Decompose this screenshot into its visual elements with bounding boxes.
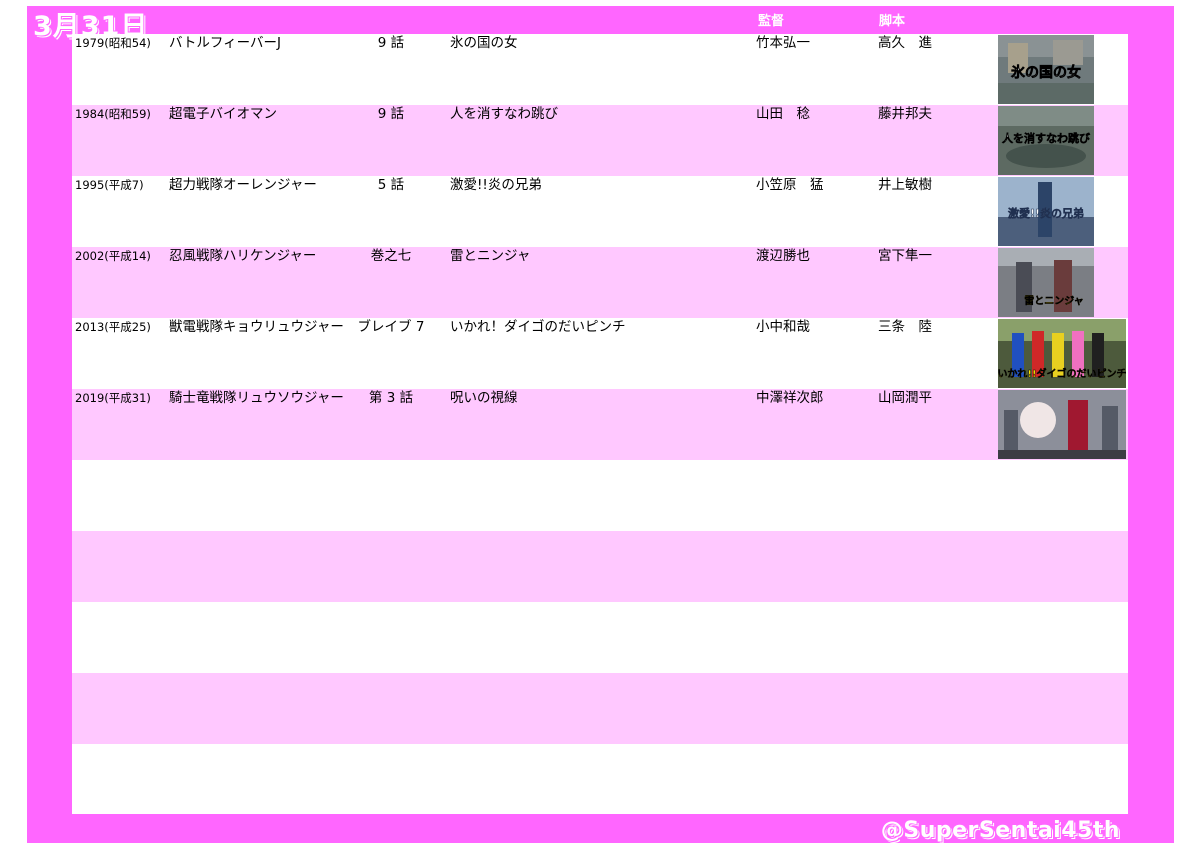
director-cell: 山田 稔 — [756, 106, 810, 122]
episode-cell: 第 3 話 — [368, 390, 414, 406]
episode-title-cell: いかれ！ダイゴのだいピンチ — [450, 319, 626, 335]
episode-cell: 5 話 — [377, 177, 405, 193]
director-cell: 竹本弘一 — [756, 35, 810, 51]
table-row: 2013(平成25) 獣電戦隊キョウリュウジャー ブレイブ 7 いかれ！ダイゴの… — [72, 318, 1128, 389]
year-cell: 1995(平成7) — [75, 178, 144, 192]
table-row — [72, 673, 1128, 744]
table-row — [72, 531, 1128, 602]
writer-cell: 井上敏樹 — [878, 177, 932, 193]
episode-title-cell: 激愛!!炎の兄弟 — [450, 177, 542, 193]
writer-cell: 高久 進 — [878, 35, 932, 51]
writer-column-header: 脚本 — [879, 14, 906, 29]
writer-cell: 三条 陸 — [878, 319, 932, 335]
director-cell: 渡辺勝也 — [756, 248, 810, 264]
writer-cell: 山岡潤平 — [878, 390, 932, 406]
table-row: 2019(平成31) 騎士竜戦隊リュウソウジャー 第 3 話 呪いの視線 中澤祥… — [72, 389, 1128, 460]
year-cell: 1979(昭和54) — [75, 36, 151, 50]
director-column-header: 監督 — [758, 14, 785, 29]
thumbnail-caption: 雷とニンジャ — [1024, 295, 1084, 307]
table-row: 1984(昭和59) 超電子バイオマン 9 話 人を消すなわ跳び 山田 稔 藤井… — [72, 105, 1128, 176]
episode-thumbnail — [998, 390, 1126, 459]
writer-cell: 藤井邦夫 — [878, 106, 932, 122]
series-cell: 騎士竜戦隊リュウソウジャー — [169, 390, 344, 406]
episode-thumbnail: 激愛!!炎の兄弟 — [998, 177, 1094, 246]
episode-thumbnail: 氷の国の女 — [998, 35, 1094, 104]
series-cell: 超電子バイオマン — [169, 106, 277, 122]
episode-cell: 9 話 — [377, 106, 405, 122]
year-cell: 2019(平成31) — [75, 391, 151, 405]
episode-title-cell: 雷とニンジャ — [450, 248, 531, 264]
table-row — [72, 602, 1128, 673]
thumbnail-caption: 人を消すなわ跳び — [1002, 131, 1091, 145]
episode-thumbnail: いかれ!!ダイゴのだいピンチ — [998, 319, 1126, 388]
table-row — [72, 460, 1128, 531]
episode-cell: 9 話 — [377, 35, 405, 51]
episode-thumbnail: 雷とニンジャ — [998, 248, 1094, 317]
episode-thumbnail: 人を消すなわ跳び — [998, 106, 1094, 175]
table-row: 1979(昭和54) バトルフィーバーJ 9 話 氷の国の女 竹本弘一 高久 進… — [72, 34, 1128, 105]
series-cell: 超力戦隊オーレンジャー — [169, 177, 317, 193]
director-cell: 小中和哉 — [756, 319, 810, 335]
year-cell: 2002(平成14) — [75, 249, 151, 263]
thumbnail-caption: いかれ!!ダイゴのだいピンチ — [998, 367, 1126, 380]
series-cell: バトルフィーバーJ — [169, 35, 281, 51]
episode-cell: ブレイブ 7 — [357, 319, 425, 335]
director-cell: 小笠原 猛 — [756, 177, 824, 193]
director-cell: 中澤祥次郎 — [756, 390, 824, 406]
episode-title-cell: 人を消すなわ跳び — [450, 106, 558, 122]
table-row — [72, 744, 1128, 814]
thumbnail-caption: 氷の国の女 — [1011, 64, 1081, 81]
episode-cell: 巻之七 — [370, 248, 412, 264]
writer-cell: 宮下隼一 — [878, 248, 932, 264]
table-row: 1995(平成7) 超力戦隊オーレンジャー 5 話 激愛!!炎の兄弟 小笠原 猛… — [72, 176, 1128, 247]
episode-title-cell: 氷の国の女 — [450, 35, 518, 51]
thumbnail-caption: 激愛!!炎の兄弟 — [1008, 206, 1084, 220]
year-cell: 2013(平成25) — [75, 320, 151, 334]
account-handle: @SuperSentai45th — [880, 818, 1120, 843]
series-cell: 獣電戦隊キョウリュウジャー — [169, 319, 344, 335]
year-cell: 1984(昭和59) — [75, 107, 151, 121]
episode-table: 1979(昭和54) バトルフィーバーJ 9 話 氷の国の女 竹本弘一 高久 進… — [72, 34, 1128, 814]
series-cell: 忍風戦隊ハリケンジャー — [169, 248, 317, 264]
episode-title-cell: 呪いの視線 — [450, 390, 518, 406]
table-row: 2002(平成14) 忍風戦隊ハリケンジャー 巻之七 雷とニンジャ 渡辺勝也 宮… — [72, 247, 1128, 318]
